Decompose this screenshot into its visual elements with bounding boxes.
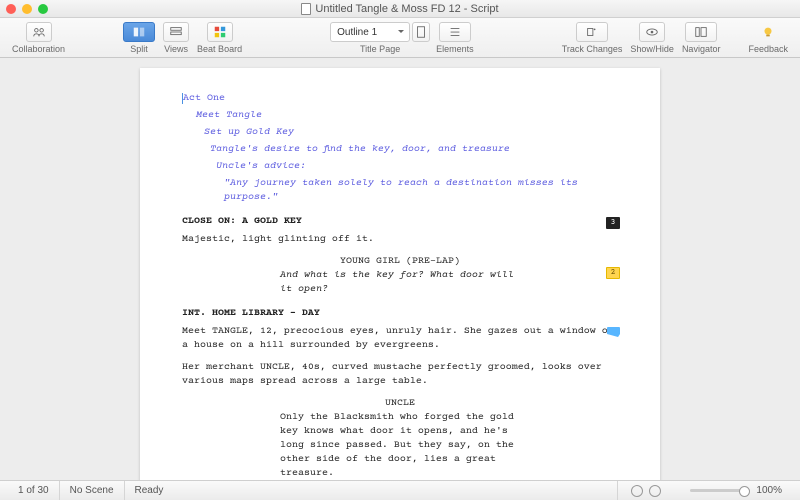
window-title: Untitled Tangle & Moss FD 12 - Script (0, 3, 800, 15)
action-1[interactable]: Majestic, light glinting off it. (182, 233, 618, 247)
collaboration-label: Collaboration (12, 44, 65, 54)
status-ready: Ready (125, 481, 619, 500)
toolbar: Collaboration Split Views Beat Board (0, 18, 800, 58)
character-cue-1[interactable]: YOUNG GIRL (PRE-LAP) (300, 255, 500, 269)
beat-board-label: Beat Board (197, 44, 242, 54)
people-icon (32, 25, 46, 39)
views-label: Views (164, 44, 188, 54)
document-icon (301, 3, 311, 15)
dialogue-2[interactable]: Only the Blacksmith who forged the gold … (280, 411, 520, 480)
beat-board-group: Beat Board (197, 21, 242, 54)
zoom-icon[interactable] (38, 4, 48, 14)
action-2[interactable]: Meet TANGLE, 12, precocious eyes, unruly… (182, 325, 618, 353)
views-button[interactable] (163, 22, 189, 42)
feedback-button[interactable] (755, 22, 781, 42)
outline-beat-4[interactable]: Uncle's advice: (216, 160, 618, 174)
scene-heading-1[interactable]: CLOSE ON: A GOLD KEY (182, 215, 618, 229)
track-icon (585, 25, 599, 39)
show-hide-button[interactable] (639, 22, 665, 42)
eye-icon (645, 25, 659, 39)
character-cue-2[interactable]: UNCLE (300, 397, 500, 411)
close-icon[interactable] (6, 4, 16, 14)
page-indicator[interactable]: 1 of 30 (8, 481, 60, 500)
title-page-label: Title Page (360, 44, 400, 54)
feedback-group: Feedback (748, 21, 788, 54)
feedback-label: Feedback (748, 44, 788, 54)
views-group: Views (163, 21, 189, 54)
zoom-slider[interactable] (690, 489, 750, 492)
elements-label: Elements (436, 44, 474, 54)
track-changes-button[interactable] (576, 22, 608, 42)
outline-act[interactable]: Act One (182, 92, 618, 106)
clock-icon[interactable] (649, 485, 661, 497)
window-title-text: Untitled Tangle & Moss FD 12 - Script (315, 3, 498, 15)
show-hide-group: Show/Hide (630, 21, 674, 54)
zoom-value: 100% (756, 485, 782, 496)
views-icon (169, 25, 183, 39)
scene-heading-2[interactable]: INT. HOME LIBRARY - DAY (182, 307, 618, 321)
collaboration-button[interactable] (26, 22, 52, 42)
outline-beat-4b[interactable]: "Any journey taken solely to reach a des… (224, 177, 618, 205)
outline-value: Outline 1 (337, 27, 377, 38)
workspace[interactable]: Act One Meet Tangle Set up Gold Key Tang… (0, 58, 800, 480)
collaboration-group: Collaboration (12, 21, 65, 54)
navigator-label: Navigator (682, 44, 721, 54)
outline-beat-3[interactable]: Tangle's desire to find the key, door, a… (210, 143, 618, 157)
mic-icon[interactable] (631, 485, 643, 497)
window-controls (6, 4, 48, 14)
navigator-group: Navigator (682, 21, 721, 54)
bulb-icon (761, 25, 775, 39)
elements-group: Elements (436, 21, 474, 54)
track-changes-group: Track Changes (562, 21, 623, 54)
track-changes-label: Track Changes (562, 44, 623, 54)
action-3[interactable]: Her merchant UNCLE, 40s, curved mustache… (182, 361, 618, 389)
split-button[interactable] (123, 22, 155, 42)
titlebar: Untitled Tangle & Moss FD 12 - Script (0, 0, 800, 18)
scene-marker-1[interactable]: 3 (606, 217, 620, 229)
grid-icon (213, 25, 227, 39)
beat-board-button[interactable] (207, 22, 233, 42)
dialogue-1[interactable]: And what is the key for? What door will … (280, 269, 520, 297)
scene-indicator[interactable]: No Scene (60, 481, 125, 500)
script-page[interactable]: Act One Meet Tangle Set up Gold Key Tang… (140, 68, 660, 480)
outline-select[interactable]: Outline 1 (330, 22, 410, 42)
outline-group: Outline 1 Title Page (330, 21, 430, 54)
navigator-button[interactable] (685, 22, 717, 42)
split-group: Split (123, 21, 155, 54)
show-hide-label: Show/Hide (630, 44, 674, 54)
split-label: Split (130, 44, 148, 54)
list-icon (448, 25, 462, 39)
page-icon (414, 25, 428, 39)
nav-icon (694, 25, 708, 39)
note-marker-2[interactable]: 2 (606, 267, 620, 279)
outline-beat-1[interactable]: Meet Tangle (196, 109, 618, 123)
split-icon (132, 25, 146, 39)
outline-beat-2[interactable]: Set up Gold Key (204, 126, 618, 140)
elements-button[interactable] (439, 22, 471, 42)
title-page-button[interactable] (412, 22, 430, 42)
minimize-icon[interactable] (22, 4, 32, 14)
statusbar: 1 of 30 No Scene Ready 100% (0, 480, 800, 500)
